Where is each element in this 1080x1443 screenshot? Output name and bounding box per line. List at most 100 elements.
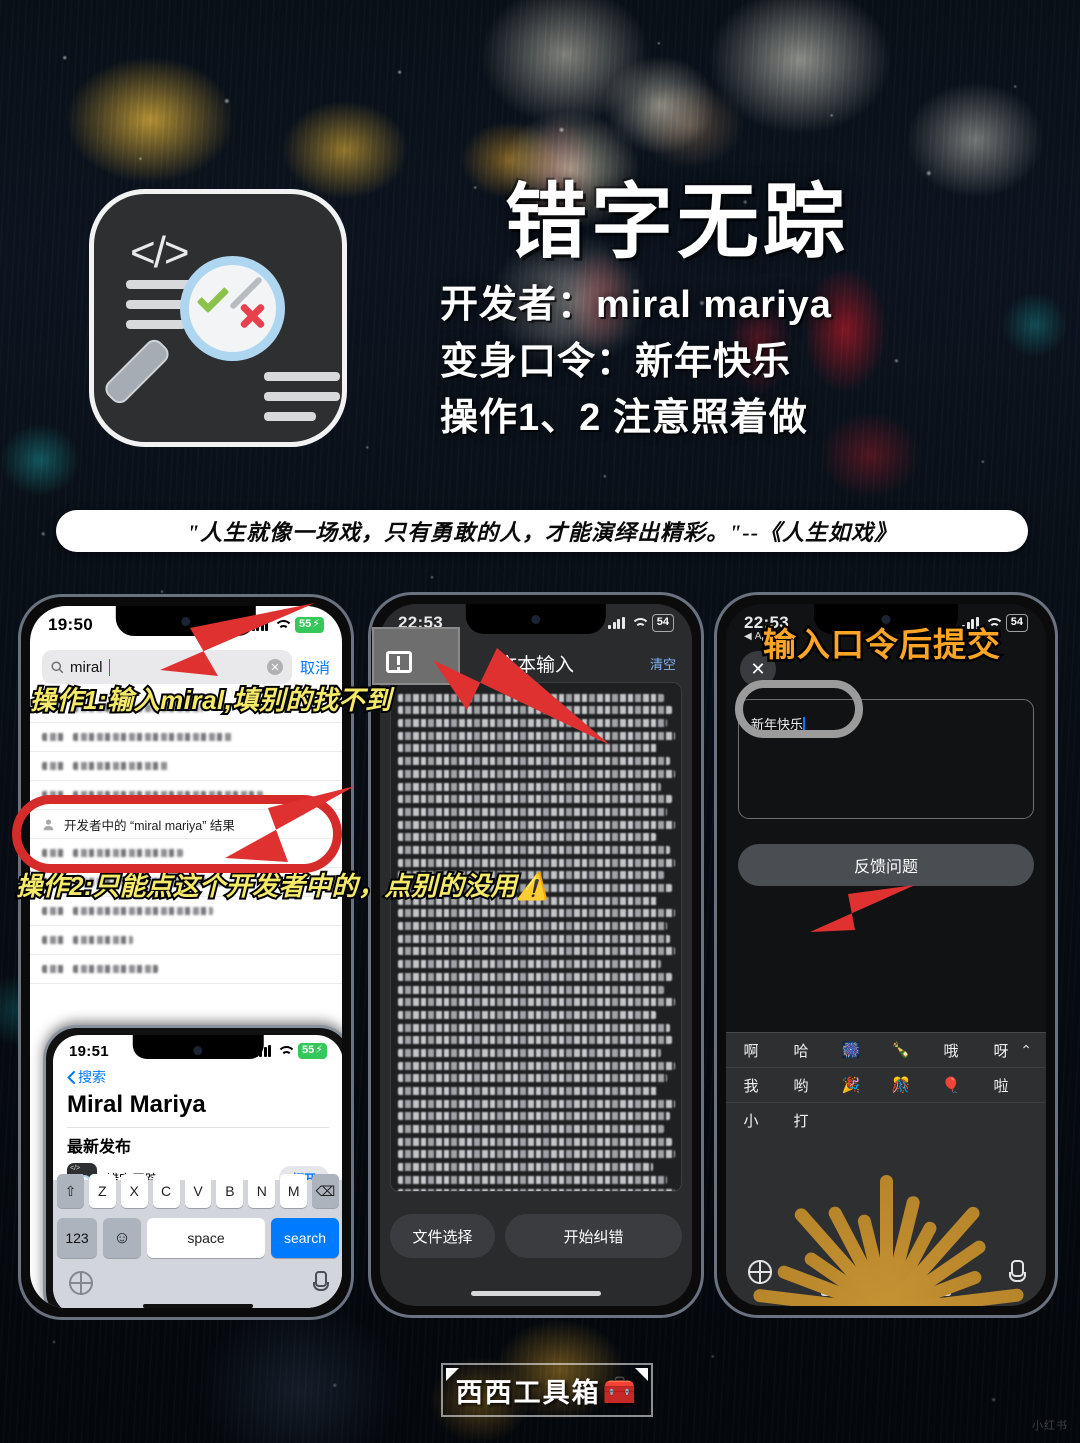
back-button-label: 搜索 [78,1069,106,1085]
home-indicator [471,1291,601,1296]
keyboard-row-1: ⇧ Z X C V B N M ⌫ [53,1174,342,1208]
magnifier-handle [101,335,173,408]
key-shift[interactable]: ⇧ [57,1174,84,1208]
search-icon [51,660,64,673]
start-check-button[interactable]: 开始纠错 [505,1214,682,1258]
signal-icon [608,617,625,629]
emoji-key-ha[interactable]: 哈 [776,1040,826,1061]
arrow-pointing-search-field [160,603,315,676]
notch [132,1035,264,1059]
action-buttons: 文件选择 开始纠错 [390,1214,682,1258]
icon-line [264,392,340,401]
microphone-icon[interactable] [313,1271,329,1291]
emoji-key-party-popper[interactable]: 🎉 [826,1076,876,1094]
header-password-line: 变身口令：新年快乐 [440,341,792,383]
header-developer-line: 开发者：miral mariya [440,284,832,326]
emoji-keyboard: 啊 哈 🎆 🍾 哦 呀 ⌃ 我 哟 🎉 🎊 🎈 啦 小 打 [726,1032,1046,1306]
list-item[interactable] [30,723,342,752]
front-camera-icon [193,1046,203,1055]
wifi-icon [631,617,646,629]
page-title: 错字无踪 [505,177,850,268]
battery-icon: 54 [651,614,674,632]
chevron-up-icon[interactable]: ⌃ [1020,1042,1032,1059]
emoji-keyboard-row-3: 小 打 [726,1103,1046,1138]
quote-text: "人生就像一场戏，只有勇敢的人，才能演绎出精彩。"--《人生如戏》 [186,520,898,545]
key-v[interactable]: V [184,1174,212,1208]
front-camera-icon [531,615,541,624]
key-z[interactable]: Z [88,1174,116,1208]
emoji-key-da[interactable]: 打 [776,1110,826,1131]
emoji-key-la[interactable]: 啦 [976,1075,1026,1096]
footer-brand: 西西工具箱 🧰 [456,1371,639,1410]
icon-line [264,412,316,421]
keyboard-bottom-bar [53,1263,342,1308]
battery-icon: 55 ⚡ [298,1043,327,1059]
emoji-key-ya[interactable]: 呀 [976,1040,1026,1061]
globe-icon[interactable] [69,1271,93,1295]
key-c[interactable]: C [152,1174,180,1208]
charging-bolt-icon: ⚡ [315,1044,323,1057]
text-content-area[interactable] [390,682,682,1192]
arrow-pointing-report-button [433,648,610,745]
emoji-key-a[interactable]: 啊 [726,1040,776,1061]
file-select-button[interactable]: 文件选择 [390,1214,495,1258]
code-brackets-glyph: </> [130,228,190,277]
emoji-key-firework[interactable]: 🎆 [826,1041,876,1059]
code-brackets-glyph: </> [70,1165,81,1172]
list-item[interactable] [30,752,342,781]
emoji-key-balloon[interactable]: 🎈 [926,1076,976,1094]
key-n[interactable]: N [248,1174,276,1208]
status-indicators: 55 ⚡ [254,1043,327,1059]
emoji-key-bottle[interactable]: 🍾 [876,1041,926,1059]
emoji-key-o[interactable]: 哦 [926,1040,976,1061]
phone1b-screen: 19:51 55 ⚡ 搜索 Miral Mariya 最新发布 </> ⇧ Z … [53,1035,342,1308]
home-indicator [143,1304,253,1308]
status-time: 19:51 [69,1042,109,1060]
footer-badge: 西西工具箱 🧰 [441,1363,653,1417]
phone-mockup-developer-page: 19:51 55 ⚡ 搜索 Miral Mariya 最新发布 </> ⇧ Z … [43,1025,342,1308]
developer-name: Miral Mariya [67,1091,206,1118]
search-value: miral [70,658,103,676]
arrow-pointing-submit-button [810,885,915,932]
divider [67,1127,329,1128]
status-time: 19:50 [48,615,93,634]
emoji-key-yo[interactable]: 哟 [776,1075,826,1096]
chevron-left-icon [67,1070,75,1084]
annotation-step-3: 输入口令后提交 [761,624,1003,666]
status-indicators: 54 [608,614,674,632]
microphone-icon[interactable] [1009,1260,1026,1282]
keyboard-bottom-bar [726,1250,1046,1306]
key-b[interactable]: B [216,1174,244,1208]
globe-icon[interactable] [748,1260,772,1284]
report-icon [386,651,412,673]
battery-level: 54 [656,616,669,629]
icon-line [264,372,340,381]
highlight-oval-password-input [735,680,863,738]
quote-banner: "人生就像一场戏，只有勇敢的人，才能演绎出精彩。"--《人生如戏》 [56,510,1028,552]
section-title: 最新发布 [67,1139,132,1156]
key-emoji[interactable]: ☺ [103,1218,141,1258]
onscreen-keyboard: ⇧ Z X C V B N M ⌫ 123 ☺ space search [53,1174,342,1308]
battery-icon: 54 [1005,614,1028,632]
close-x-icon [238,301,268,331]
notch [465,604,607,634]
keyboard-row-2: 123 ☺ space search [53,1218,342,1258]
clear-button[interactable]: 清空 [650,654,676,673]
battery-level: 54 [1010,616,1023,629]
emoji-keyboard-row-2: 我 哟 🎉 🎊 🎈 啦 [726,1068,1046,1103]
key-search[interactable]: search [271,1218,339,1258]
emoji-key-wo[interactable]: 我 [726,1075,776,1096]
emoji-keyboard-row-1: 啊 哈 🎆 🍾 哦 呀 ⌃ [726,1033,1046,1068]
key-backspace[interactable]: ⌫ [312,1174,340,1208]
watermark: 小红书 [1032,1420,1068,1432]
emoji-key-confetti[interactable]: 🎊 [876,1076,926,1094]
key-space[interactable]: space [147,1218,265,1258]
key-m[interactable]: M [280,1174,308,1208]
list-item[interactable] [30,955,342,984]
back-button[interactable]: 搜索 [67,1067,106,1087]
list-item[interactable] [30,926,342,955]
icon-line [126,320,186,329]
emoji-key-xiao[interactable]: 小 [726,1110,776,1131]
key-numbers[interactable]: 123 [57,1218,97,1258]
key-x[interactable]: X [120,1174,148,1208]
